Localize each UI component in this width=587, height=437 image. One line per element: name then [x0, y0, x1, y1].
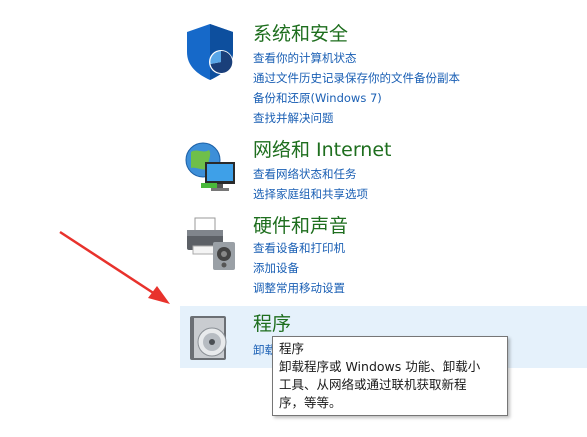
tooltip-line: 工具、从网络或通过联机获取新程 — [279, 377, 467, 392]
tooltip-line: 卸载程序或 Windows 功能、卸载小 — [279, 359, 481, 374]
tooltip-title: 程序 — [279, 341, 305, 356]
programs-tooltip: 程序 卸载程序或 Windows 功能、卸载小 工具、从网络或通过联机获取新程 … — [272, 336, 508, 416]
tooltip-line: 序，等等。 — [279, 395, 342, 410]
